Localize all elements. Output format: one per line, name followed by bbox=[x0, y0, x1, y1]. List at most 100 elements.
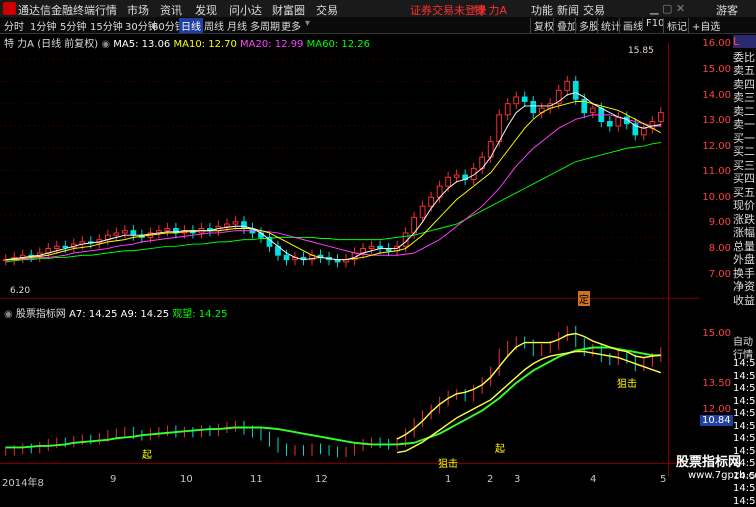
candle-body bbox=[62, 245, 69, 248]
tool-overlay[interactable]: 叠加 bbox=[553, 18, 577, 33]
y-tick-sub: 12.00 bbox=[702, 404, 731, 415]
candle-body bbox=[258, 232, 264, 238]
menu-market[interactable]: 市场 bbox=[127, 2, 149, 18]
tool-stats[interactable]: 统计 bbox=[597, 18, 621, 33]
x-tick: 5 bbox=[660, 474, 667, 485]
y-tick: 10.00 bbox=[702, 192, 731, 203]
period-5min[interactable]: 5分钟 bbox=[60, 18, 86, 33]
add-watchlist-button[interactable]: +自选 bbox=[688, 18, 732, 33]
title-bar: 通达信金融终端 行情 市场 资讯 发现 问小达 财富圈 交易 证券交易未登录 特… bbox=[0, 0, 756, 18]
period-15min[interactable]: 15分钟 bbox=[90, 18, 123, 33]
a9-line bbox=[396, 350, 662, 454]
candle-body bbox=[521, 96, 528, 102]
tool-adjust[interactable]: 复权 bbox=[530, 18, 554, 33]
menu-quotes[interactable]: 行情 bbox=[95, 2, 117, 18]
window-controls[interactable]: ▁ ▢ ✕ bbox=[650, 2, 685, 15]
tool-draw[interactable]: 画线 bbox=[619, 18, 643, 33]
candle-body bbox=[445, 176, 452, 187]
candle-body bbox=[428, 196, 434, 207]
app-title: 通达信金融终端 bbox=[18, 4, 95, 17]
y-tick: 16.00 bbox=[702, 38, 731, 49]
side-item-lower: 14:5 bbox=[733, 433, 756, 444]
period-multi[interactable]: 多周期 bbox=[250, 18, 280, 33]
current-stock: 特 力A bbox=[474, 4, 508, 17]
indicator-name: 股票指标网 bbox=[15, 309, 66, 320]
x-tick: 9 bbox=[110, 474, 117, 485]
candle-body bbox=[504, 103, 511, 116]
y-tick-sub: 13.50 bbox=[702, 378, 731, 389]
candle-body bbox=[283, 254, 290, 261]
chart-title: 特 力A (日线 前复权) bbox=[4, 39, 99, 50]
value-badge: 10.84 bbox=[700, 415, 733, 426]
low-annotation: 6.20 bbox=[10, 286, 31, 296]
x-tick: 1 bbox=[445, 474, 452, 485]
ma60-label: MA60: 12.26 bbox=[306, 39, 370, 50]
period-1min[interactable]: 1分钟 bbox=[30, 18, 56, 33]
y-tick: 8.00 bbox=[708, 243, 731, 254]
watermark-url: www.7gpzb.com bbox=[688, 470, 756, 481]
x-tick: 12 bbox=[315, 474, 328, 485]
ma20-label: MA20: 12.99 bbox=[240, 39, 304, 50]
price-chart[interactable] bbox=[0, 33, 700, 487]
y-tick: 15.00 bbox=[702, 64, 731, 75]
menu-discover[interactable]: 发现 bbox=[195, 2, 217, 18]
y-tick: 14.00 bbox=[702, 90, 731, 101]
ma20-line bbox=[5, 114, 661, 261]
period-toolbar: 分时 1分钟 5分钟 15分钟 30分钟 60分钟 日线 周线 月线 多周期 更… bbox=[0, 17, 756, 34]
period-intraday[interactable]: 分时 bbox=[4, 18, 24, 33]
menu-news-right[interactable]: 新闻 bbox=[557, 2, 579, 18]
side-item-lower: 14:5 bbox=[733, 483, 756, 494]
y-tick: 13.00 bbox=[702, 115, 731, 126]
candle-body bbox=[589, 107, 596, 114]
side-item-lower: 14:5 bbox=[733, 408, 756, 419]
indicator-panel bbox=[5, 325, 662, 458]
period-monthly[interactable]: 月线 bbox=[227, 18, 247, 33]
menu-trade[interactable]: 交易 bbox=[316, 2, 338, 18]
candle-body bbox=[615, 116, 622, 127]
x-tick: 2 bbox=[487, 474, 494, 485]
candle-body bbox=[513, 96, 520, 105]
ma10-line bbox=[5, 100, 662, 261]
main-legend: 特 力A (日线 前复权) ◉ MA5: 13.06 MA10: 12.70 M… bbox=[4, 39, 370, 50]
menu-func[interactable]: 功能 bbox=[531, 2, 553, 18]
candle-body bbox=[564, 80, 571, 91]
menu-wealth[interactable]: 财富圈 bbox=[272, 2, 305, 18]
tool-mark[interactable]: 标记 bbox=[663, 18, 687, 33]
menu-ask[interactable]: 问小达 bbox=[229, 2, 262, 18]
x-tick: 3 bbox=[514, 474, 521, 485]
watermark-title: 股票指标网 bbox=[676, 455, 742, 470]
menu-trade-right[interactable]: 交易 bbox=[583, 2, 605, 18]
marker-badge: 定 bbox=[578, 291, 590, 306]
side-item-lower: 14:5 bbox=[733, 358, 756, 369]
side-item: 收益 bbox=[733, 293, 755, 307]
guest-label[interactable]: 游客 bbox=[716, 2, 738, 18]
candle-body bbox=[232, 221, 239, 225]
tool-f10[interactable]: F10 bbox=[642, 18, 664, 29]
period-weekly[interactable]: 周线 bbox=[204, 18, 224, 33]
menu-news[interactable]: 资讯 bbox=[160, 2, 182, 18]
candle-body bbox=[121, 230, 128, 234]
candle-body bbox=[53, 245, 60, 250]
tool-multi[interactable]: 多股 bbox=[575, 18, 599, 33]
y-tick: 11.00 bbox=[702, 166, 731, 177]
a7-label: A7: 14.25 bbox=[69, 309, 118, 320]
watch-line bbox=[5, 346, 661, 449]
high-annotation: 15.85 bbox=[628, 46, 654, 56]
start-signal: 起 bbox=[495, 444, 505, 455]
candle-body bbox=[368, 245, 375, 250]
candle-body bbox=[530, 100, 537, 114]
side-panel: L 委比 卖五 卖四 卖三 卖二 卖一 买一 买二 买三 买四 买五 现价 涨跌 涨幅 总量 外盘 换手 净资 收益自… bbox=[733, 33, 756, 507]
y-tick-sub: 15.00 bbox=[702, 328, 731, 339]
ma5-line bbox=[5, 92, 661, 261]
candle-body bbox=[164, 228, 171, 232]
buy-signal: 狙击 bbox=[617, 379, 637, 390]
side-item: L bbox=[733, 35, 756, 48]
x-tick: 10 bbox=[180, 474, 193, 485]
candle-body bbox=[241, 221, 247, 229]
period-more[interactable]: 更多 bbox=[281, 18, 301, 33]
chevron-down-icon[interactable]: ▾ bbox=[305, 18, 310, 29]
ma10-label: MA10: 12.70 bbox=[173, 39, 237, 50]
candle-body bbox=[453, 174, 460, 178]
watch-label: 观望: 14.25 bbox=[172, 309, 228, 320]
period-daily[interactable]: 日线 bbox=[179, 18, 203, 33]
